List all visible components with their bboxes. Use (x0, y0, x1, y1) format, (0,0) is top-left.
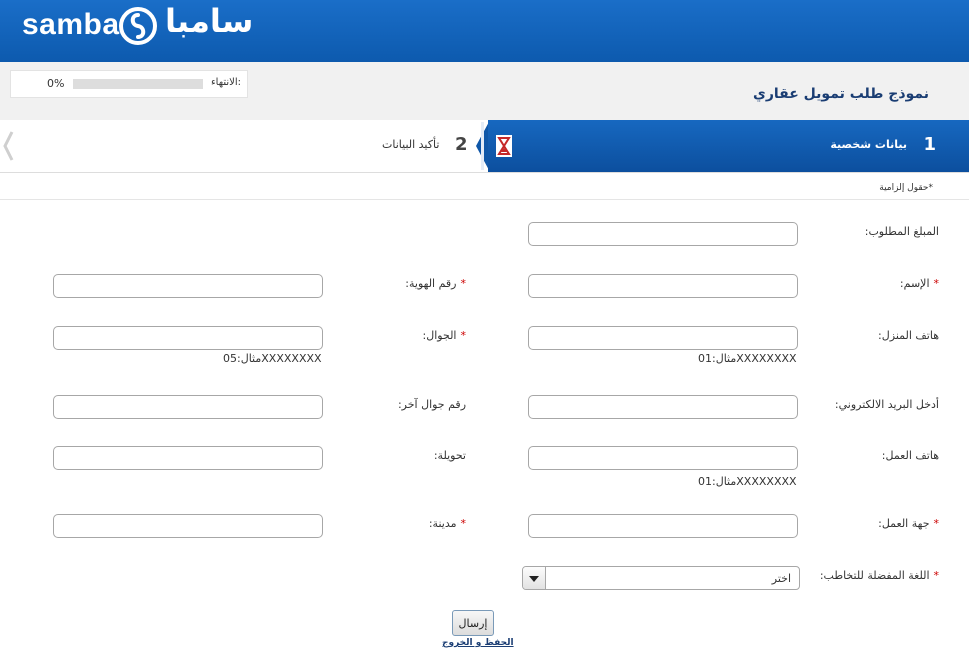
mobile-label: *الجوال: (422, 329, 467, 342)
home-phone-hint: مثال:01XXXXXXXX (698, 352, 797, 365)
required-star: * (933, 277, 940, 290)
submit-button[interactable]: إرسال (452, 610, 494, 636)
step-1-number: 1 (923, 134, 936, 155)
step-2-label: تأكيد البيانات (382, 138, 440, 151)
page-title: نموذج طلب تمويل عقاري (753, 86, 929, 102)
city-input[interactable] (53, 514, 323, 538)
required-fields-note: *حقول إلزامية (879, 183, 933, 193)
language-select-value: اختر (771, 572, 791, 585)
name-label: *الإسم: (899, 277, 940, 290)
name-input[interactable] (528, 274, 798, 298)
amount-label: المبلغ المطلوب: (864, 225, 939, 238)
required-star: * (460, 329, 467, 342)
language-select[interactable]: اختر (522, 566, 800, 590)
hourglass-icon (496, 135, 512, 157)
home-phone-label: هاتف المنزل: (878, 329, 939, 342)
brand-logo-ar: سامبا (165, 2, 254, 40)
email-input[interactable] (528, 395, 798, 419)
required-star: * (460, 517, 467, 530)
progress-bar (73, 79, 203, 89)
work-phone-input[interactable] (528, 446, 798, 470)
mobile-input[interactable] (53, 326, 323, 350)
language-label: *اللغة المفضلة للتخاطب: (819, 569, 940, 582)
step-2-number: 2 (455, 134, 468, 155)
form-info-bar: 0% الانتهاء: نموذج طلب تمويل عقاري (0, 62, 969, 121)
extension-label: تحويلة: (433, 449, 466, 462)
id-number-label: *رقم الهوية: (405, 277, 466, 290)
site-header: samba سامبا (0, 0, 969, 62)
step-1-active: بيانات شخصية 1 (488, 120, 969, 172)
employer-input[interactable] (528, 514, 798, 538)
city-label: *مدينة: (428, 517, 467, 530)
step-separator (481, 122, 484, 170)
brand-logo-en: samba (22, 8, 120, 41)
progress-label: الانتهاء: (210, 77, 241, 88)
employer-label: *جهة العمل: (878, 517, 939, 530)
work-phone-label: هاتف العمل: (881, 449, 939, 462)
email-label: أدخل البريد الالكتروني: (834, 398, 939, 411)
id-number-input[interactable] (53, 274, 323, 298)
required-star: * (933, 569, 940, 582)
required-star: * (460, 277, 467, 290)
progress-percent: 0% (47, 77, 65, 90)
save-and-exit-link[interactable]: الحفظ و الخروج (442, 638, 514, 648)
step-1-label: بيانات شخصية (830, 138, 907, 151)
divider (0, 199, 969, 200)
mobile-hint: مثال:05XXXXXXXX (223, 352, 322, 365)
home-phone-input[interactable] (528, 326, 798, 350)
required-star: * (933, 517, 940, 530)
other-mobile-label: رقم جوال آخر: (397, 398, 466, 411)
work-phone-hint: مثال:01XXXXXXXX (698, 475, 797, 488)
form-steps: تأكيد البيانات 2 بيانات شخصية 1 (0, 120, 969, 173)
amount-input[interactable] (528, 222, 798, 246)
chevron-left-icon (3, 131, 14, 161)
progress-box: 0% الانتهاء: (10, 70, 248, 98)
samba-logo-icon (119, 7, 157, 45)
extension-input[interactable] (53, 446, 323, 470)
other-mobile-input[interactable] (53, 395, 323, 419)
chevron-down-icon[interactable] (523, 567, 546, 589)
